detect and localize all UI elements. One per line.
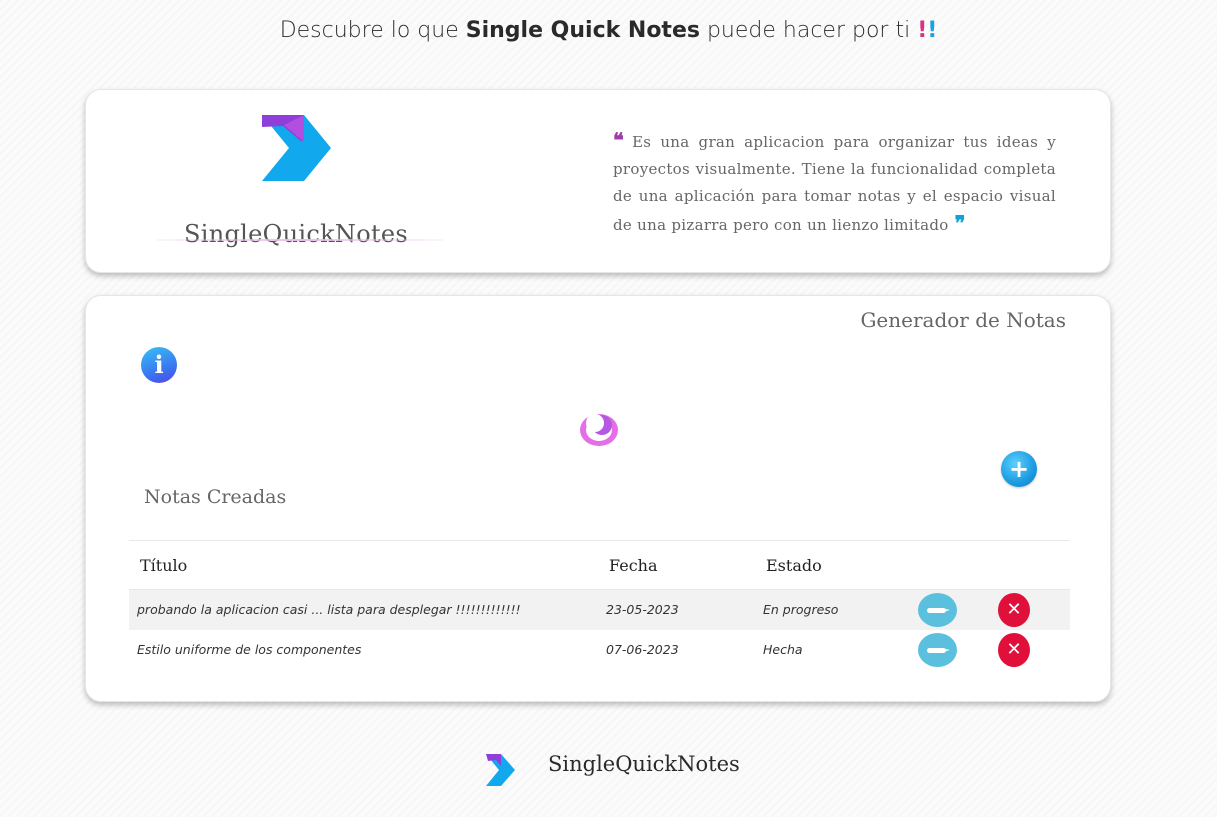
headline-bang-2: ! xyxy=(927,18,938,43)
note-date: 07-06-2023 xyxy=(606,642,679,657)
edit-icon xyxy=(927,647,950,653)
footer: SingleQuickNotes xyxy=(0,748,1217,788)
table-row: probando la aplicacion casi ... lista pa… xyxy=(129,589,1070,630)
table-header-row: Título Fecha Estado xyxy=(129,540,1070,590)
headline-bang-1: ! xyxy=(917,18,928,43)
notes-card: Generador de Notas i + Notas Creadas Tít… xyxy=(85,295,1111,702)
delete-cell: ✕ xyxy=(990,630,1070,670)
footer-logo-icon xyxy=(486,754,515,786)
edit-cell xyxy=(910,589,990,630)
close-quote-icon: ❞ xyxy=(954,211,966,235)
edit-cell xyxy=(910,630,990,670)
logo-text: SingleQuickNotes xyxy=(184,220,409,248)
note-title: probando la aplicacion casi ... lista pa… xyxy=(129,589,598,630)
note-title: Estilo uniforme de los componentes xyxy=(137,642,362,657)
note-status: Hecha xyxy=(763,642,803,657)
moon-icon[interactable] xyxy=(578,411,620,449)
table-row: Estilo uniforme de los componentes 07-06… xyxy=(129,630,1070,670)
edit-button[interactable] xyxy=(918,632,957,667)
page-headline: Descubre lo que Single Quick Notes puede… xyxy=(0,18,1217,43)
delete-button[interactable]: ✕ xyxy=(998,592,1030,627)
open-quote-icon: ❝ xyxy=(613,128,625,152)
headline-brand: Single Quick Notes xyxy=(465,18,700,43)
generator-title: Generador de Notas xyxy=(860,308,1066,332)
chevron-logo-icon xyxy=(262,115,331,181)
add-note-button[interactable]: + xyxy=(1001,451,1037,487)
footer-brand: SingleQuickNotes xyxy=(548,752,740,776)
column-delete-header xyxy=(990,540,1070,590)
column-title-header: Título xyxy=(129,540,598,590)
app-description-quote: ❝ Es una gran aplicacion para organizar t… xyxy=(613,127,1056,239)
delete-cell: ✕ xyxy=(990,589,1070,630)
note-date: 23-05-2023 xyxy=(598,589,755,630)
column-edit-header xyxy=(910,540,990,590)
quote-text: Es una gran aplicacion para organizar tu… xyxy=(613,133,1056,234)
column-status-header: Estado xyxy=(755,540,910,590)
brand-logo: SingleQuickNotes xyxy=(156,112,446,248)
edit-button[interactable] xyxy=(918,592,957,627)
headline-suffix: puede hacer por ti xyxy=(699,18,918,43)
edit-icon xyxy=(927,607,950,613)
notes-table: Título Fecha Estado probando la aplicaci… xyxy=(129,540,1070,670)
delete-button[interactable]: ✕ xyxy=(998,632,1030,667)
info-icon[interactable]: i xyxy=(141,347,177,383)
note-status: En progreso xyxy=(755,589,910,630)
column-date-header: Fecha xyxy=(598,540,755,590)
intro-card: SingleQuickNotes ❝ Es una gran aplicacion… xyxy=(85,89,1111,273)
headline-prefix: Descubre lo que xyxy=(279,18,466,43)
notes-heading: Notas Creadas xyxy=(144,486,287,508)
logo-underline xyxy=(156,239,444,241)
